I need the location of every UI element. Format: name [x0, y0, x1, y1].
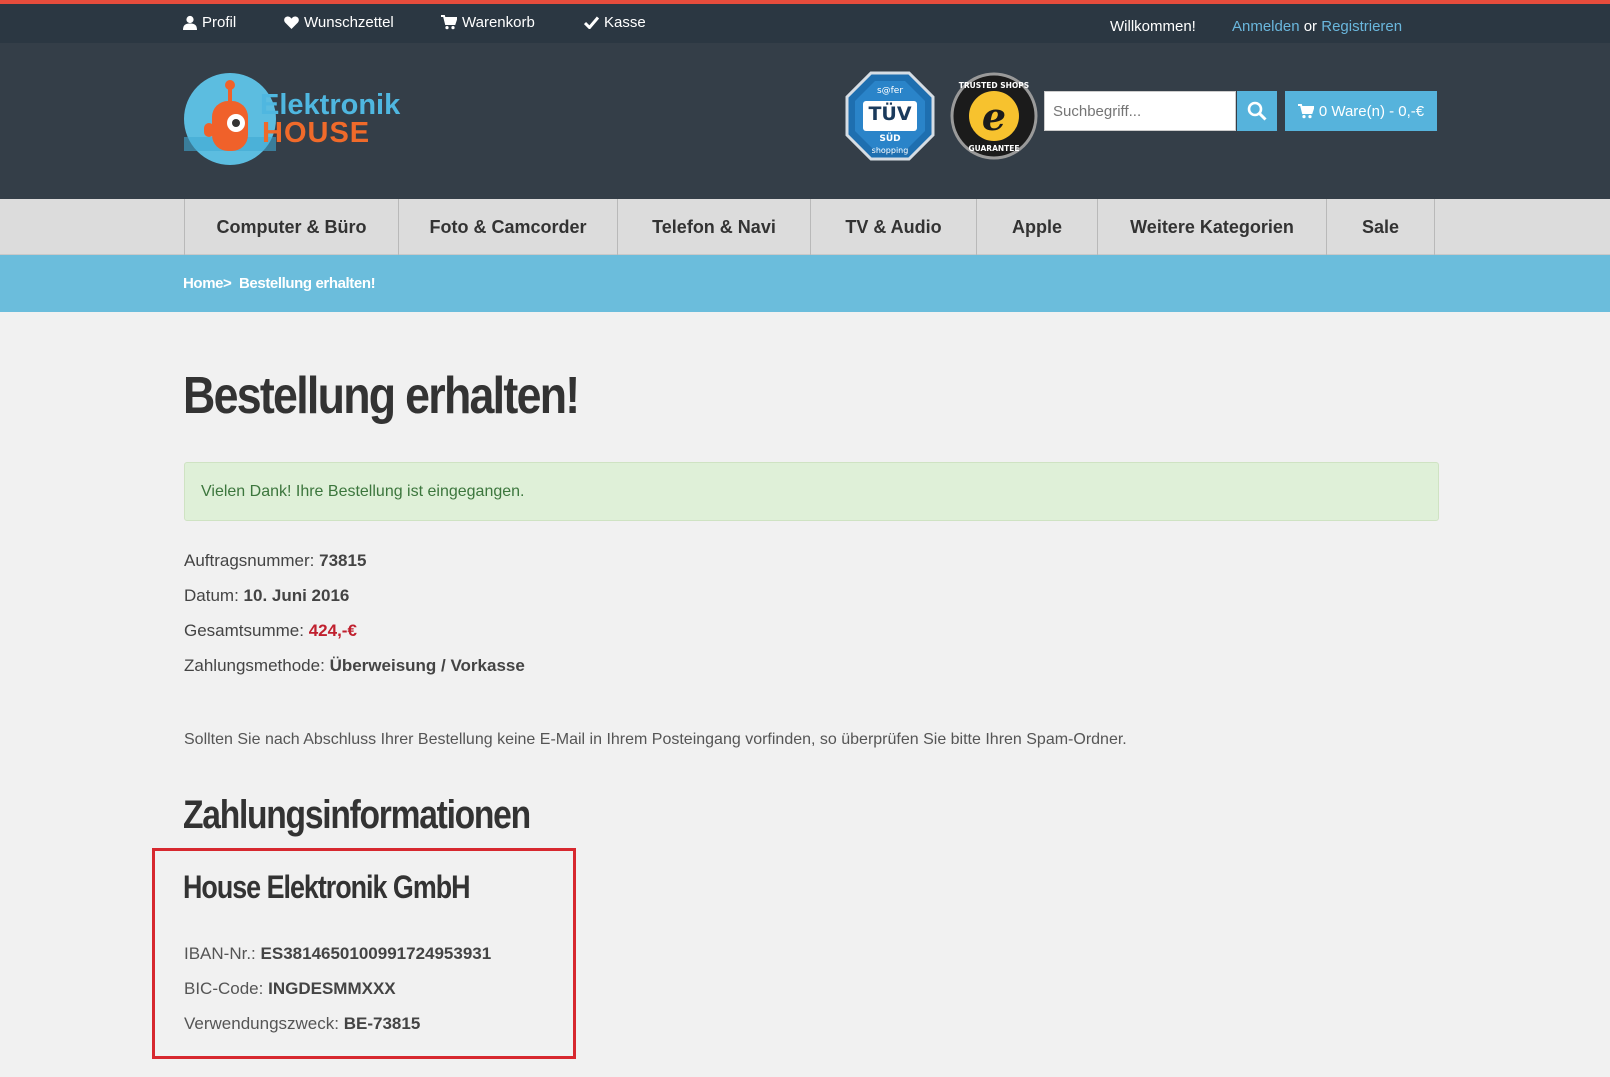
order-total-row: Gesamtsumme: 424,-€ [184, 621, 357, 641]
register-link[interactable]: Registrieren [1321, 18, 1402, 35]
wishlist-label: Wunschzettel [304, 14, 394, 31]
search-icon [1247, 101, 1267, 121]
payment-method-label: Zahlungsmethode: [184, 656, 325, 675]
tuv-top-text: s@fer [877, 86, 903, 96]
payment-info-heading: Zahlungsinformationen [183, 793, 531, 837]
spam-note: Sollten Sie nach Abschluss Ihrer Bestell… [184, 731, 1127, 748]
site-logo[interactable]: Elektronik HOUSE [184, 73, 420, 165]
cart-icon [1297, 103, 1314, 118]
order-number-row: Auftragsnummer: 73815 [184, 551, 366, 571]
trusted-top-text: TRUSTED SHOPS [959, 81, 1029, 90]
breadcrumb: Home > Bestellung erhalten! [0, 255, 1610, 312]
reference-label: Verwendungszweck: [184, 1014, 339, 1033]
cart-icon [441, 15, 457, 30]
order-date-row: Datum: 10. Juni 2016 [184, 586, 349, 606]
welcome-text: Willkommen! [1110, 18, 1196, 35]
nav-item-telefon-navi[interactable]: Telefon & Navi [617, 199, 810, 255]
iban-row: IBAN-Nr.: ES3814650100991724953931 [184, 944, 491, 964]
order-number-value: 73815 [319, 551, 367, 570]
tuv-main-text: TÜV [868, 101, 911, 125]
checkout-link[interactable]: Kasse [584, 14, 646, 31]
bank-company-name: House Elektronik GmbH [183, 869, 471, 905]
bic-row: BIC-Code: INGDESMMXXX [184, 979, 396, 999]
breadcrumb-home[interactable]: Home [183, 275, 223, 292]
order-number-label: Auftragsnummer: [184, 551, 315, 570]
logo-text-house: HOUSE [262, 117, 371, 149]
tuv-sub-text: SÜD [879, 133, 900, 144]
success-alert: Vielen Dank! Ihre Bestellung ist eingega… [184, 462, 1439, 521]
payment-method-row: Zahlungsmethode: Überweisung / Vorkasse [184, 656, 525, 676]
profile-link[interactable]: Profil [183, 14, 236, 31]
tuv-seal-icon[interactable]: s@fer TÜV SÜD shopping [845, 71, 935, 161]
nav-item-computer-buero[interactable]: Computer & Büro [184, 199, 398, 255]
reference-value: BE-73815 [343, 1014, 421, 1033]
bic-label: BIC-Code: [184, 979, 264, 998]
site-header: Elektronik HOUSE s@fer TÜV SÜD shopping … [0, 43, 1610, 199]
or-text: or [1303, 18, 1318, 35]
iban-value: ES3814650100991724953931 [260, 944, 492, 963]
order-date-value: 10. Juni 2016 [243, 586, 350, 605]
profile-label: Profil [202, 14, 237, 31]
mini-cart-button[interactable]: 0 Ware(n) - 0,-€ [1285, 91, 1437, 131]
nav-item-weitere-kategorien[interactable]: Weitere Kategorien [1097, 199, 1326, 255]
trusted-bottom-text: GUARANTEE [968, 144, 1019, 153]
bic-value: INGDESMMXXX [268, 979, 396, 998]
auth-links: Anmelden or Registrieren [1232, 18, 1402, 35]
reference-row: Verwendungszweck: BE-73815 [184, 1014, 420, 1034]
breadcrumb-current: Bestellung erhalten! [239, 275, 376, 292]
trusted-shops-seal-icon[interactable]: e TRUSTED SHOPS GUARANTEE [949, 71, 1039, 161]
search-button[interactable] [1237, 91, 1277, 131]
nav-item-sale[interactable]: Sale [1326, 199, 1435, 255]
page-title: Bestellung erhalten! [183, 367, 580, 425]
tuv-bottom-text: shopping [872, 146, 909, 155]
nav-item-foto-camcorder[interactable]: Foto & Camcorder [398, 199, 617, 255]
nav-item-tv-audio[interactable]: TV & Audio [810, 199, 976, 255]
success-message: Vielen Dank! Ihre Bestellung ist eingega… [201, 482, 525, 500]
nav-item-apple[interactable]: Apple [976, 199, 1097, 255]
order-total-label: Gesamtsumme: [184, 621, 304, 640]
login-link[interactable]: Anmelden [1232, 18, 1300, 35]
user-icon [183, 15, 197, 30]
top-bar: Profil Wunschzettel Warenkorb Kasse Will… [0, 0, 1610, 43]
search-input[interactable] [1044, 91, 1236, 131]
order-total-value: 424,-€ [308, 621, 357, 640]
payment-method-value: Überweisung / Vorkasse [329, 656, 525, 675]
trusted-letter: e [982, 94, 1006, 139]
cart-label: Warenkorb [462, 14, 535, 31]
wishlist-link[interactable]: Wunschzettel [284, 14, 394, 31]
main-navigation: Computer & Büro Foto & Camcorder Telefon… [0, 199, 1610, 255]
iban-label: IBAN-Nr.: [184, 944, 256, 963]
heart-icon [284, 16, 299, 29]
mini-cart-summary: 0 Ware(n) - 0,-€ [1318, 102, 1425, 120]
check-icon [584, 16, 599, 29]
breadcrumb-separator: > [223, 275, 232, 292]
checkout-label: Kasse [604, 14, 646, 31]
order-date-label: Datum: [184, 586, 239, 605]
cart-link[interactable]: Warenkorb [441, 14, 535, 31]
